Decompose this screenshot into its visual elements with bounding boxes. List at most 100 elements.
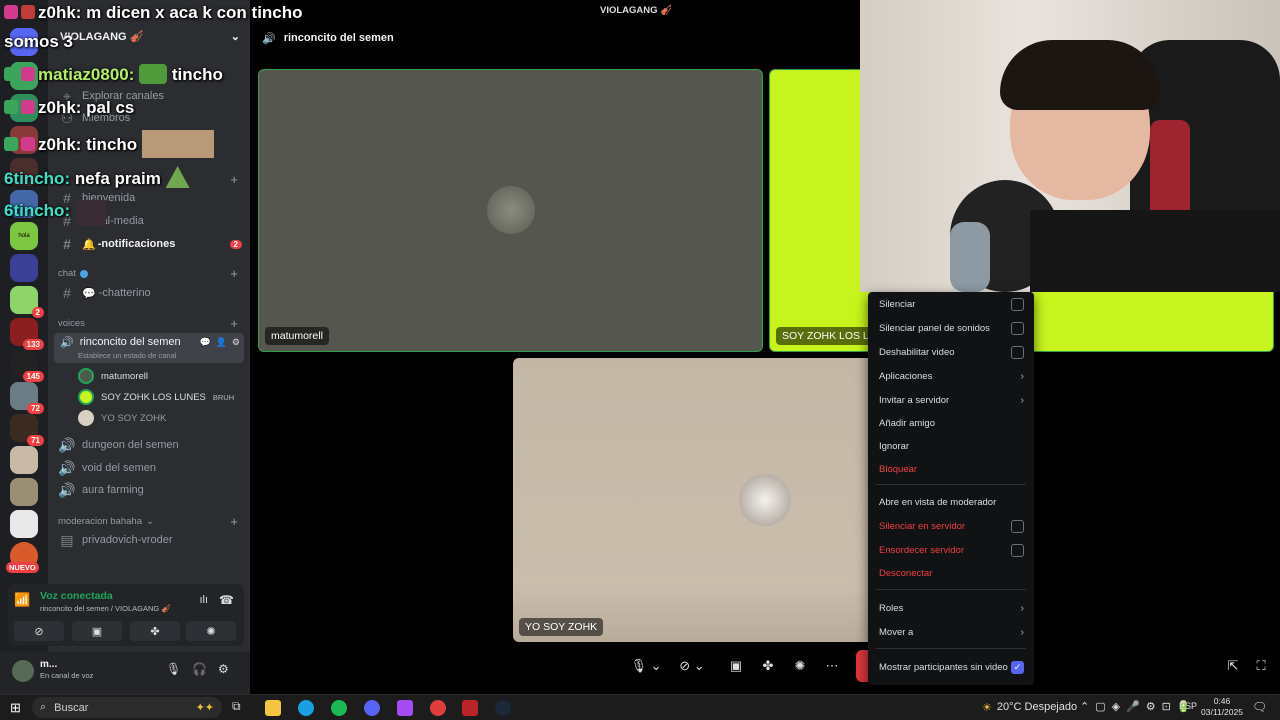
server-icon[interactable] xyxy=(10,510,38,538)
add-channel-button[interactable]: + xyxy=(230,266,238,281)
windows-start-icon[interactable]: ⊞ xyxy=(10,700,21,716)
channel-notificaciones[interactable]: # 🔔 -notificaciones 2 xyxy=(58,234,242,254)
microphone-button[interactable]: 🎙 ⌄ xyxy=(626,654,666,678)
screen-share-button[interactable]: ▣ xyxy=(72,621,122,641)
menu-item-show-no-video[interactable]: Mostrar participantes sin video ✓ xyxy=(879,657,1024,677)
menu-item-mute[interactable]: Silenciar xyxy=(879,294,1024,314)
gear-icon[interactable]: ⚙ xyxy=(232,337,240,348)
edge-icon[interactable] xyxy=(298,700,314,716)
speech-icon: 💬 xyxy=(82,287,96,300)
menu-item-moderator-view[interactable]: Abre en vista de moderador xyxy=(879,492,1024,512)
menu-item-move-to[interactable]: Mover a › xyxy=(879,622,1024,642)
chat-overlay-line: z0hk: tincho xyxy=(4,130,214,158)
channel-privadovich[interactable]: ▤ privadovich-vroder xyxy=(58,530,242,550)
tile-name: SOY ZOHK LOS LUNES xyxy=(776,327,872,345)
taskbar-search[interactable]: ⌕ Buscar ✦✦ xyxy=(32,697,222,718)
voice-channel[interactable]: 🔊 aura farming xyxy=(58,480,242,500)
canva-icon[interactable] xyxy=(397,700,413,716)
menu-item-disable-video[interactable]: Deshabilitar video xyxy=(879,342,1024,362)
menu-item-mute-soundboard[interactable]: Silenciar panel de sonidos xyxy=(879,318,1024,338)
server-icon[interactable]: hola xyxy=(10,222,38,250)
category-moderation[interactable]: moderacion bahaha ⌄ xyxy=(58,516,154,527)
notification-badge: 71 xyxy=(27,435,44,446)
server-header[interactable]: VIOLAGANG 🎻 ⌄ xyxy=(60,30,240,43)
voice-member[interactable]: SOY ZOHK LOS LUNES BRUH xyxy=(78,389,234,405)
channel-chatterino[interactable]: # 💬 -chatterino xyxy=(58,283,242,303)
menu-item-add-friend[interactable]: Añadir amigo xyxy=(879,413,1024,433)
server-icon[interactable]: 72 xyxy=(10,382,44,414)
soundboard-button[interactable]: ✺ xyxy=(186,621,236,641)
category-voices[interactable]: voices xyxy=(58,318,85,329)
menu-item-ignore[interactable]: Ignorar xyxy=(879,436,1024,456)
checkbox[interactable] xyxy=(1011,345,1024,359)
menu-item-block[interactable]: Bloquear xyxy=(879,459,1024,479)
checkbox[interactable] xyxy=(1011,519,1024,533)
menu-item-server-deafen[interactable]: Ensordecer servidor xyxy=(879,540,1024,560)
spotify-icon[interactable] xyxy=(331,700,347,716)
fullscreen-icon[interactable]: ⛶ xyxy=(1252,654,1270,678)
add-channel-button[interactable]: + xyxy=(230,514,238,529)
server-icon[interactable]: 71 xyxy=(10,414,44,446)
disconnect-icon[interactable]: ☎ xyxy=(219,593,234,607)
add-channel-button[interactable]: + xyxy=(230,316,238,331)
voice-member[interactable]: matumorell xyxy=(78,368,148,384)
discord-icon[interactable] xyxy=(364,700,380,716)
file-explorer-icon[interactable] xyxy=(265,700,281,716)
screen-share-button[interactable]: ▣ xyxy=(726,654,746,678)
more-options-button[interactable]: ⋯ xyxy=(822,654,842,678)
app-icon[interactable] xyxy=(430,700,446,716)
checkbox[interactable] xyxy=(1011,321,1024,335)
set-status-link[interactable]: Establece un estado de canal xyxy=(78,351,176,360)
language-indicator[interactable]: ESP xyxy=(1179,701,1197,711)
clock[interactable]: 0:46 03/11/2025 xyxy=(1200,696,1244,718)
server-icon[interactable]: 145 xyxy=(10,350,44,382)
menu-item-apps[interactable]: Aplicaciones › xyxy=(879,366,1024,386)
soundboard-button[interactable]: ✺ xyxy=(790,654,810,678)
server-icon[interactable] xyxy=(10,254,38,282)
active-voice-channel[interactable]: 🔊 rinconcito del semen Establece un estad… xyxy=(54,333,244,363)
checkbox[interactable] xyxy=(1011,297,1024,311)
unread-badge: 2 xyxy=(229,239,242,249)
camera-off-button[interactable]: ⊘ xyxy=(14,621,64,641)
weather-widget[interactable]: ☀ 20°C Despejado xyxy=(982,701,1077,714)
menu-item-disconnect[interactable]: Desconectar xyxy=(879,563,1024,583)
add-member-icon[interactable]: 👤 xyxy=(216,337,227,348)
video-tile[interactable]: matumorell xyxy=(258,69,763,352)
voice-channel[interactable]: 🔊 void del semen xyxy=(58,458,242,478)
voice-member[interactable]: YO SOY ZOHK xyxy=(78,410,166,426)
camera-button[interactable]: ⊘ ⌄ xyxy=(672,654,712,678)
channel-label: aura farming xyxy=(82,484,144,496)
popout-icon[interactable]: ⇱ xyxy=(1224,654,1242,678)
category-chat[interactable]: chat xyxy=(58,268,88,279)
microphone-icon[interactable]: 🎙 xyxy=(166,662,181,676)
chat-icon[interactable]: 💬 xyxy=(199,337,210,348)
checkbox[interactable] xyxy=(1011,543,1024,557)
activities-button[interactable]: ✤ xyxy=(758,654,778,678)
server-icon[interactable]: 133 xyxy=(10,318,44,350)
add-channel-button[interactable]: + xyxy=(230,172,238,187)
user-panel: m... En canal de voz 🎙 🎧 ⚙ xyxy=(0,652,250,694)
server-icon[interactable] xyxy=(10,446,38,474)
voice-location[interactable]: rinconcito del semen / VIOLAGANG 🎻 xyxy=(40,604,171,613)
steam-icon[interactable] xyxy=(495,700,511,716)
search-highlight-icon: ✦✦ xyxy=(195,702,214,714)
checkbox-checked[interactable]: ✓ xyxy=(1011,660,1024,674)
menu-item-server-mute[interactable]: Silenciar en servidor xyxy=(879,516,1024,536)
menu-item-invite[interactable]: Invitar a servidor › xyxy=(879,390,1024,410)
avatar[interactable] xyxy=(12,660,34,682)
member-name: SOY ZOHK LOS LUNES xyxy=(101,391,206,403)
username: m... xyxy=(40,659,58,670)
window-title: VIOLAGANG 🎻 xyxy=(600,5,672,16)
headphones-icon[interactable]: 🎧 xyxy=(192,662,207,676)
server-icon[interactable]: 2 xyxy=(10,286,44,318)
server-icon[interactable] xyxy=(10,478,38,506)
task-view-icon[interactable]: ⧉ xyxy=(232,699,241,714)
chat-user: 6tincho: xyxy=(4,169,71,188)
noise-suppression-icon[interactable]: ılı xyxy=(199,594,208,606)
menu-item-roles[interactable]: Roles › xyxy=(879,598,1024,618)
gear-icon[interactable]: ⚙ xyxy=(218,662,229,676)
voice-channel[interactable]: 🔊 dungeon del semen xyxy=(58,435,242,455)
app-icon[interactable] xyxy=(462,700,478,716)
activities-button[interactable]: ✤ xyxy=(130,621,180,641)
notification-icon[interactable]: 🗨 xyxy=(1252,700,1267,714)
